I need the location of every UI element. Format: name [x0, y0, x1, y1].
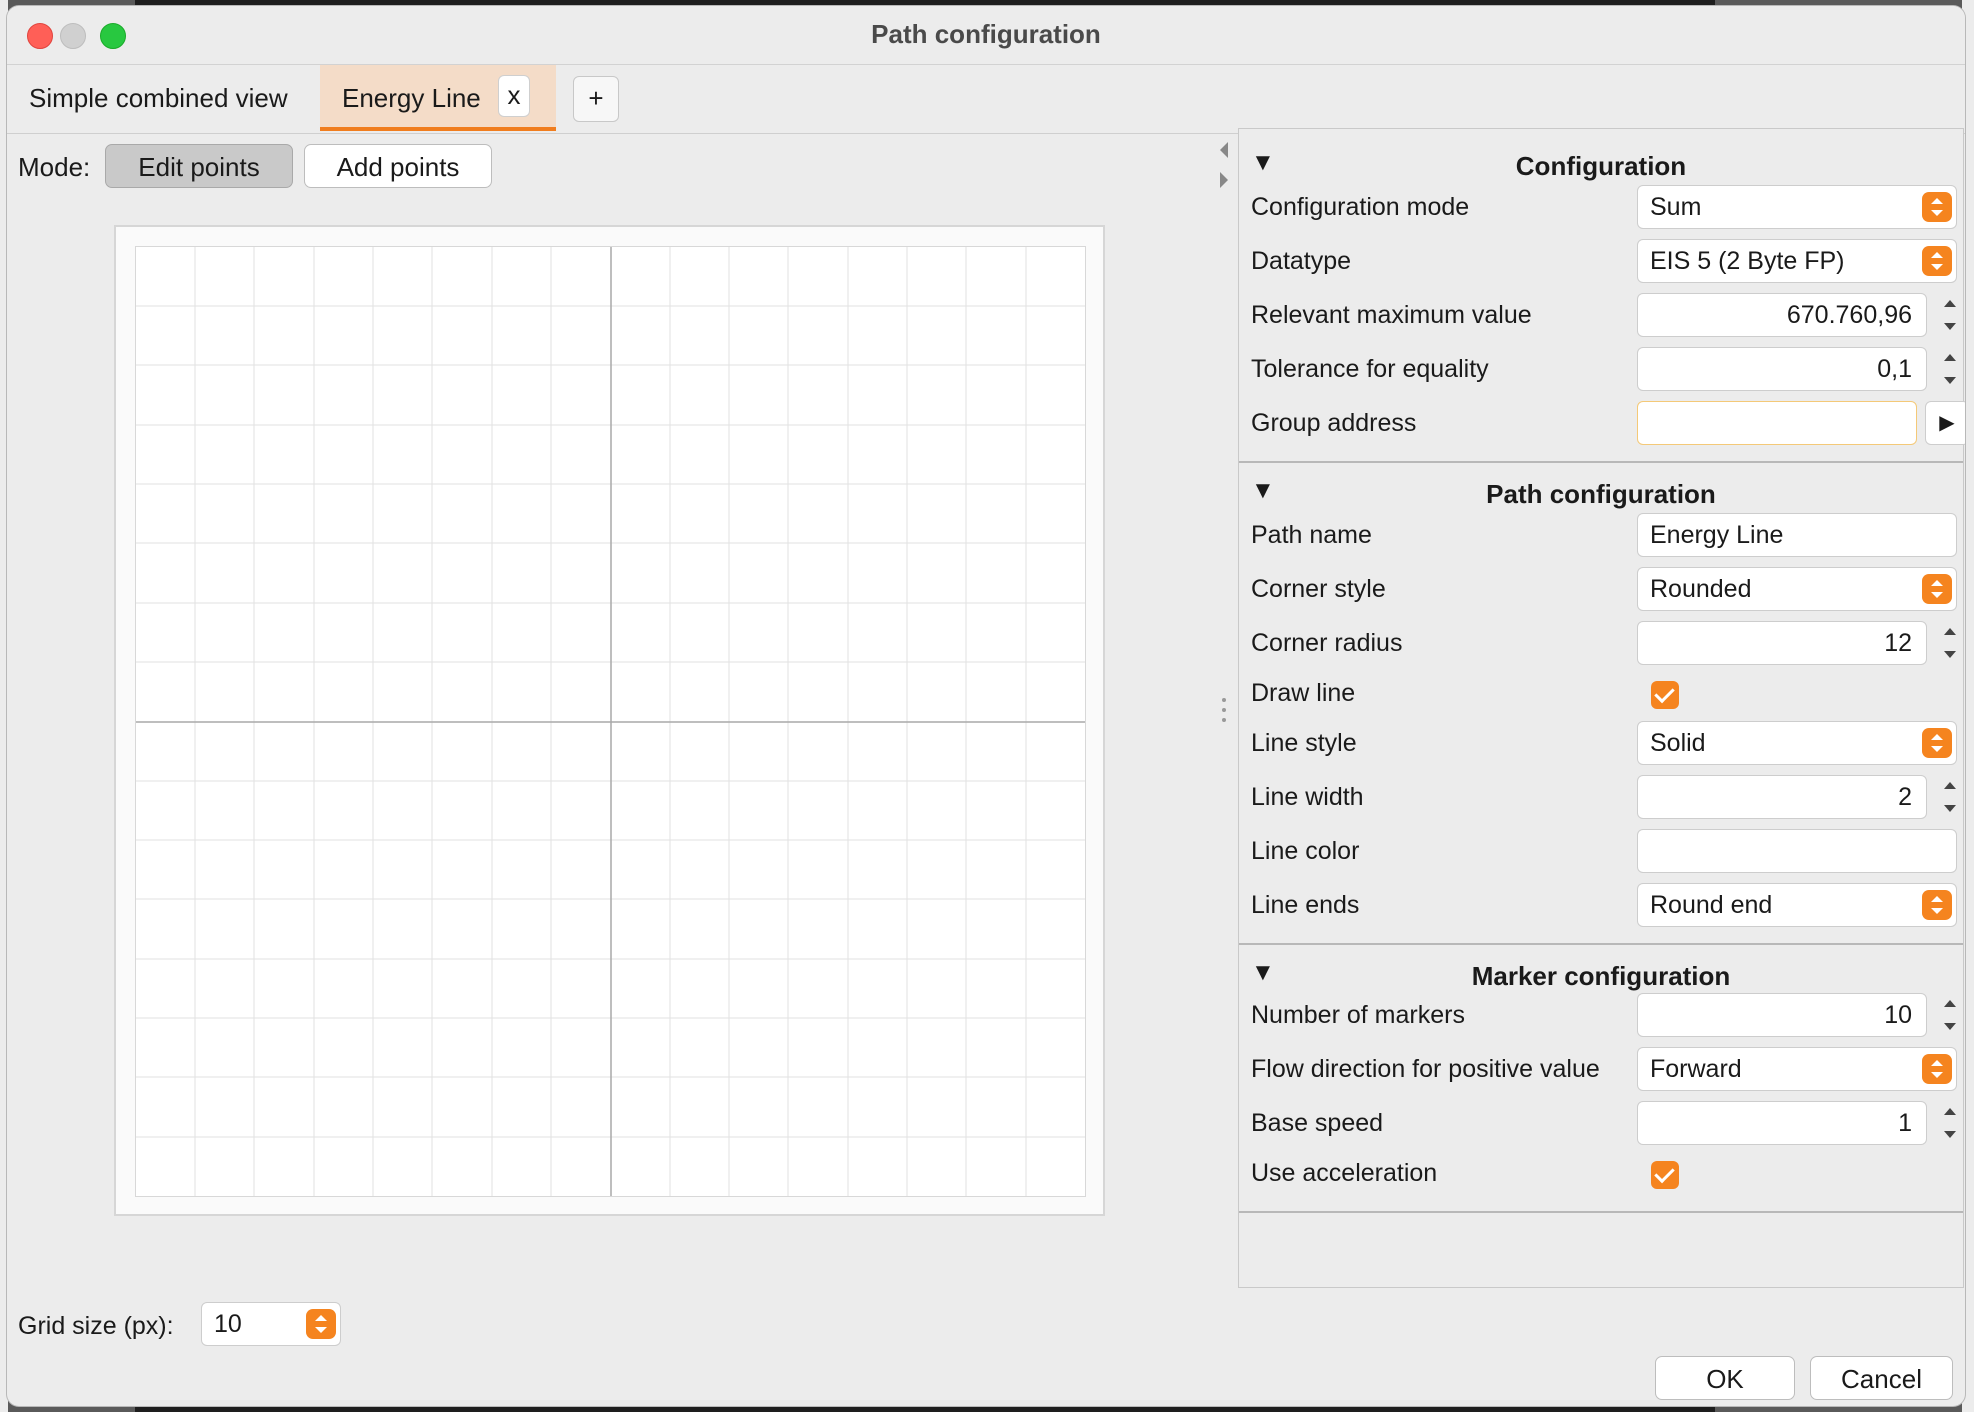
title-bar: Path configuration	[7, 6, 1965, 65]
add-points-button[interactable]: Add points	[304, 144, 492, 188]
line-color-picker[interactable]	[1637, 829, 1957, 873]
select-value: Rounded	[1650, 575, 1752, 603]
mode-label: Mode:	[18, 152, 91, 182]
base-speed-stepper-icon[interactable]	[1940, 1103, 1962, 1143]
tolerance-input[interactable]: 0,1	[1637, 347, 1927, 391]
window-title: Path configuration	[871, 19, 1101, 49]
section-divider	[1239, 1211, 1963, 1213]
section-divider	[1239, 943, 1963, 945]
section-title: Marker configuration	[1471, 961, 1731, 991]
select-arrows-icon	[1922, 1054, 1952, 1084]
tab-simple-combined-view[interactable]: Simple combined view	[7, 65, 317, 131]
line-style-select[interactable]: Solid	[1637, 721, 1957, 765]
line-style-label: Line style	[1251, 729, 1357, 757]
splitter-handle[interactable]	[1221, 696, 1227, 726]
grid-size-select[interactable]: 10	[201, 1302, 341, 1346]
configuration-mode-select[interactable]: Sum	[1637, 185, 1957, 229]
select-arrows-icon	[306, 1309, 336, 1339]
collapse-panel-arrows[interactable]	[1217, 138, 1231, 198]
number-of-markers-label: Number of markers	[1251, 1001, 1465, 1029]
select-arrows-icon	[1922, 246, 1952, 276]
select-value: Solid	[1650, 729, 1706, 757]
relevant-max-value-label: Relevant maximum value	[1251, 301, 1532, 329]
datatype-label: Datatype	[1251, 247, 1352, 275]
line-width-input[interactable]: 2	[1637, 775, 1927, 819]
path-name-input[interactable]: Energy Line	[1637, 513, 1957, 557]
configuration-mode-label: Configuration mode	[1251, 193, 1470, 221]
select-value: Round end	[1650, 891, 1773, 919]
section-title: Configuration	[1515, 151, 1687, 181]
path-editor-canvas[interactable]	[114, 225, 1105, 1216]
draw-line-checkbox[interactable]	[1651, 681, 1679, 709]
cancel-button[interactable]: Cancel	[1810, 1356, 1953, 1400]
flow-direction-select[interactable]: Forward	[1637, 1047, 1957, 1091]
draw-line-label: Draw line	[1251, 679, 1356, 707]
add-tab-button[interactable]: +	[573, 76, 619, 122]
drawing-grid[interactable]	[135, 246, 1086, 1197]
corner-style-label: Corner style	[1251, 575, 1386, 603]
number-of-markers-stepper-icon[interactable]	[1940, 995, 1962, 1035]
path-name-label: Path name	[1251, 521, 1372, 549]
section-title: Path configuration	[1486, 479, 1716, 509]
tab-label: Energy Line	[342, 83, 481, 113]
line-ends-select[interactable]: Round end	[1637, 883, 1957, 927]
select-value: 10	[214, 1310, 242, 1338]
select-value: Forward	[1650, 1055, 1742, 1083]
line-width-stepper-icon[interactable]	[1940, 777, 1962, 817]
number-of-markers-input[interactable]: 10	[1637, 993, 1927, 1037]
corner-radius-input[interactable]: 12	[1637, 621, 1927, 665]
edit-points-button[interactable]: Edit points	[105, 144, 293, 188]
base-speed-label: Base speed	[1251, 1109, 1384, 1137]
collapse-arrow-icon	[1220, 142, 1228, 188]
drag-handle-icon	[1222, 698, 1226, 722]
line-ends-label: Line ends	[1251, 891, 1360, 919]
select-arrows-icon	[1922, 890, 1952, 920]
tab-energy-line[interactable]: Energy Line x	[320, 65, 556, 131]
select-arrows-icon	[1922, 574, 1952, 604]
datatype-select[interactable]: EIS 5 (2 Byte FP)	[1637, 239, 1957, 283]
ok-button[interactable]: OK	[1655, 1356, 1795, 1400]
tolerance-stepper-icon[interactable]	[1940, 349, 1962, 389]
tab-bar: Simple combined view Energy Line x +	[7, 65, 1965, 134]
select-value: Sum	[1650, 193, 1702, 221]
grid-lines	[136, 247, 1085, 1196]
section-divider	[1239, 461, 1963, 463]
flow-direction-label: Flow direction for positive value	[1251, 1055, 1600, 1083]
marker-section-header[interactable]: ▼ Marker configuration	[1239, 955, 1963, 995]
relevant-max-value-input[interactable]: 670.760,96	[1637, 293, 1927, 337]
select-arrows-icon	[1922, 192, 1952, 222]
grid-size-label: Grid size (px):	[18, 1312, 174, 1340]
use-acceleration-label: Use acceleration	[1251, 1159, 1438, 1187]
tolerance-label: Tolerance for equality	[1251, 355, 1489, 383]
base-speed-input[interactable]: 1	[1637, 1101, 1927, 1145]
group-address-label: Group address	[1251, 409, 1417, 437]
relevant-max-stepper-icon[interactable]	[1940, 295, 1962, 335]
path-configuration-dialog: Path configuration Simple combined view …	[7, 6, 1965, 1406]
corner-radius-label: Corner radius	[1251, 629, 1403, 657]
corner-radius-stepper-icon[interactable]	[1940, 623, 1962, 663]
path-section-header[interactable]: ▼ Path configuration	[1239, 473, 1963, 513]
line-width-label: Line width	[1251, 783, 1364, 811]
use-acceleration-checkbox[interactable]	[1651, 1161, 1679, 1189]
corner-style-select[interactable]: Rounded	[1637, 567, 1957, 611]
properties-panel: ▼ Configuration Configuration mode Sum D…	[1238, 128, 1965, 1288]
select-value: EIS 5 (2 Byte FP)	[1650, 247, 1845, 275]
line-color-label: Line color	[1251, 837, 1360, 865]
tab-label: Simple combined view	[29, 83, 288, 113]
configuration-section-header[interactable]: ▼ Configuration	[1239, 145, 1963, 185]
select-arrows-icon	[1922, 728, 1952, 758]
close-tab-button[interactable]: x	[498, 75, 530, 117]
group-address-picker-button[interactable]: ▶	[1925, 401, 1965, 445]
group-address-input[interactable]	[1637, 401, 1917, 445]
